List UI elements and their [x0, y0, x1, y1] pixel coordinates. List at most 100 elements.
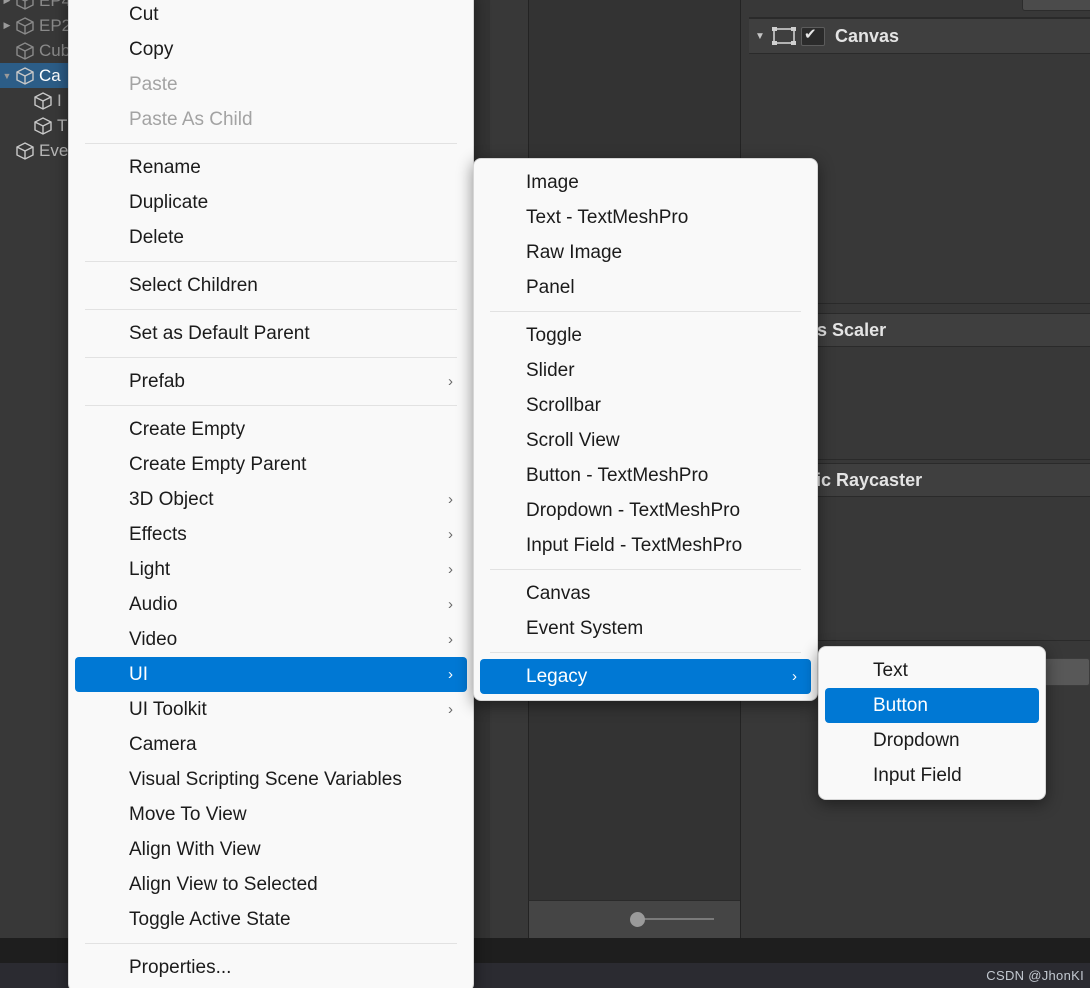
menu-item-event-system[interactable]: Event System — [480, 611, 811, 646]
menu-item-button[interactable]: Button — [825, 688, 1039, 723]
menu-item-slider[interactable]: Slider — [480, 353, 811, 388]
menu-item-ui-toolkit[interactable]: UI Toolkit › — [75, 692, 467, 727]
hierarchy-item-label: Eve — [39, 140, 69, 160]
preview-slider-knob[interactable] — [630, 912, 645, 927]
menu-item-label: Set as Default Parent — [129, 322, 310, 344]
menu-item-label: Toggle Active State — [129, 908, 291, 930]
hierarchy-item[interactable]: ▶ EP2 — [0, 13, 70, 38]
menu-item-label: Canvas — [526, 582, 591, 604]
menu-item-label: UI Toolkit — [129, 698, 207, 720]
menu-item-prefab[interactable]: Prefab › — [75, 364, 467, 399]
chevron-right-icon: › — [448, 561, 453, 578]
menu-item-set-as-default-parent[interactable]: Set as Default Parent — [75, 316, 467, 351]
menu-item-button-textmeshpro[interactable]: Button - TextMeshPro — [480, 458, 811, 493]
menu-item-label: Rename — [129, 156, 201, 178]
menu-item-light[interactable]: Light › — [75, 552, 467, 587]
menu-item-rename[interactable]: Rename — [75, 150, 467, 185]
menu-separator — [85, 405, 457, 406]
menu-item-3d-object[interactable]: 3D Object › — [75, 482, 467, 517]
chevron-right-icon: › — [448, 701, 453, 718]
menu-item-toggle-active-state[interactable]: Toggle Active State — [75, 902, 467, 937]
menu-item-toggle[interactable]: Toggle — [480, 318, 811, 353]
menu-item-camera[interactable]: Camera — [75, 727, 467, 762]
hierarchy-panel: ▶ EP4 ▶ EP2 Cub ▼ Ca I T Eve — [0, 0, 70, 938]
menu-item-create-empty-parent[interactable]: Create Empty Parent — [75, 447, 467, 482]
menu-item-select-children[interactable]: Select Children — [75, 268, 467, 303]
ui-submenu[interactable]: Image Text - TextMeshPro Raw Image Panel Tog… — [473, 158, 818, 701]
menu-item-label: UI — [129, 663, 148, 685]
gameobject-cube-icon — [32, 115, 54, 137]
menu-item-dropdown-textmeshpro[interactable]: Dropdown - TextMeshPro — [480, 493, 811, 528]
menu-item-dropdown[interactable]: Dropdown — [825, 723, 1039, 758]
hierarchy-item[interactable]: Cub — [0, 38, 70, 63]
canvas-component-title: Canvas — [835, 25, 900, 46]
menu-item-label: Paste As Child — [129, 108, 253, 130]
canvas-enabled-checkbox[interactable] — [801, 25, 825, 46]
hierarchy-context-menu[interactable]: Cut Copy Paste Paste As Child Rename Duplicat… — [68, 0, 474, 988]
preview-slider-row — [528, 900, 740, 938]
menu-item-label: Text - TextMeshPro — [526, 206, 689, 228]
menu-item-image[interactable]: Image — [480, 165, 811, 200]
chevron-down-icon[interactable]: ▼ — [0, 71, 14, 81]
hierarchy-item[interactable]: Eve — [0, 138, 70, 163]
menu-item-visual-scripting-scene-variables[interactable]: Visual Scripting Scene Variables — [75, 762, 467, 797]
menu-item-input-field-textmeshpro[interactable]: Input Field - TextMeshPro — [480, 528, 811, 563]
menu-item-text-textmeshpro[interactable]: Text - TextMeshPro — [480, 200, 811, 235]
menu-item-label: Text — [873, 659, 908, 681]
menu-item-label: Select Children — [129, 274, 258, 296]
menu-separator — [85, 309, 457, 310]
menu-item-label: Input Field - TextMeshPro — [526, 534, 743, 556]
menu-item-label: Create Empty — [129, 418, 246, 440]
menu-item-label: Input Field — [873, 764, 962, 786]
menu-item-input-field[interactable]: Input Field — [825, 758, 1039, 793]
menu-item-label: Paste — [129, 73, 178, 95]
menu-item-move-to-view[interactable]: Move To View — [75, 797, 467, 832]
chevron-right-icon[interactable]: ▶ — [0, 0, 14, 6]
menu-item-copy[interactable]: Copy — [75, 32, 467, 67]
menu-item-effects[interactable]: Effects › — [75, 517, 467, 552]
menu-item-legacy[interactable]: Legacy › — [480, 659, 811, 694]
hierarchy-item[interactable]: I — [0, 88, 70, 113]
chevron-right-icon[interactable]: ▶ — [0, 20, 14, 31]
menu-item-label: Light — [129, 558, 171, 580]
menu-item-label: Align With View — [129, 838, 261, 860]
menu-item-delete[interactable]: Delete — [75, 220, 467, 255]
chevron-right-icon: › — [448, 631, 453, 648]
hierarchy-item-label: Ca — [39, 65, 61, 85]
menu-separator — [490, 569, 801, 570]
menu-separator — [85, 143, 457, 144]
menu-item-label: Button - TextMeshPro — [526, 464, 709, 486]
menu-item-align-with-view[interactable]: Align With View — [75, 832, 467, 867]
menu-item-video[interactable]: Video › — [75, 622, 467, 657]
menu-item-label: Panel — [526, 276, 575, 298]
canvas-component-header[interactable]: ▼ Canvas — [749, 18, 1090, 54]
menu-item-ui[interactable]: UI › — [75, 657, 467, 692]
legacy-submenu[interactable]: Text Button Dropdown Input Field — [818, 646, 1046, 800]
menu-item-properties[interactable]: Properties... — [75, 950, 467, 985]
menu-item-raw-image[interactable]: Raw Image — [480, 235, 811, 270]
inspector-top-pill[interactable] — [1022, 0, 1090, 11]
hierarchy-item[interactable]: ▼ Ca — [0, 63, 70, 88]
menu-item-label: Duplicate — [129, 191, 209, 213]
menu-item-scroll-view[interactable]: Scroll View — [480, 423, 811, 458]
menu-item-scrollbar[interactable]: Scrollbar — [480, 388, 811, 423]
menu-item-cut[interactable]: Cut — [75, 0, 467, 32]
menu-item-duplicate[interactable]: Duplicate — [75, 185, 467, 220]
gameobject-cube-icon — [32, 90, 54, 112]
menu-item-audio[interactable]: Audio › — [75, 587, 467, 622]
menu-item-label: Align View to Selected — [129, 873, 318, 895]
menu-item-create-empty[interactable]: Create Empty — [75, 412, 467, 447]
gameobject-cube-icon — [14, 140, 36, 162]
chevron-down-icon[interactable]: ▼ — [749, 31, 771, 42]
preview-slider-track[interactable] — [639, 918, 714, 920]
hierarchy-item[interactable]: ▶ EP4 — [0, 0, 70, 13]
menu-separator — [85, 943, 457, 944]
gameobject-cube-icon — [14, 65, 36, 87]
menu-item-align-view-to-selected[interactable]: Align View to Selected — [75, 867, 467, 902]
hierarchy-item[interactable]: T — [0, 113, 70, 138]
menu-item-text[interactable]: Text — [825, 653, 1039, 688]
menu-item-label: Toggle — [526, 324, 582, 346]
chevron-right-icon: › — [448, 666, 453, 683]
menu-item-panel[interactable]: Panel — [480, 270, 811, 305]
menu-item-canvas[interactable]: Canvas — [480, 576, 811, 611]
